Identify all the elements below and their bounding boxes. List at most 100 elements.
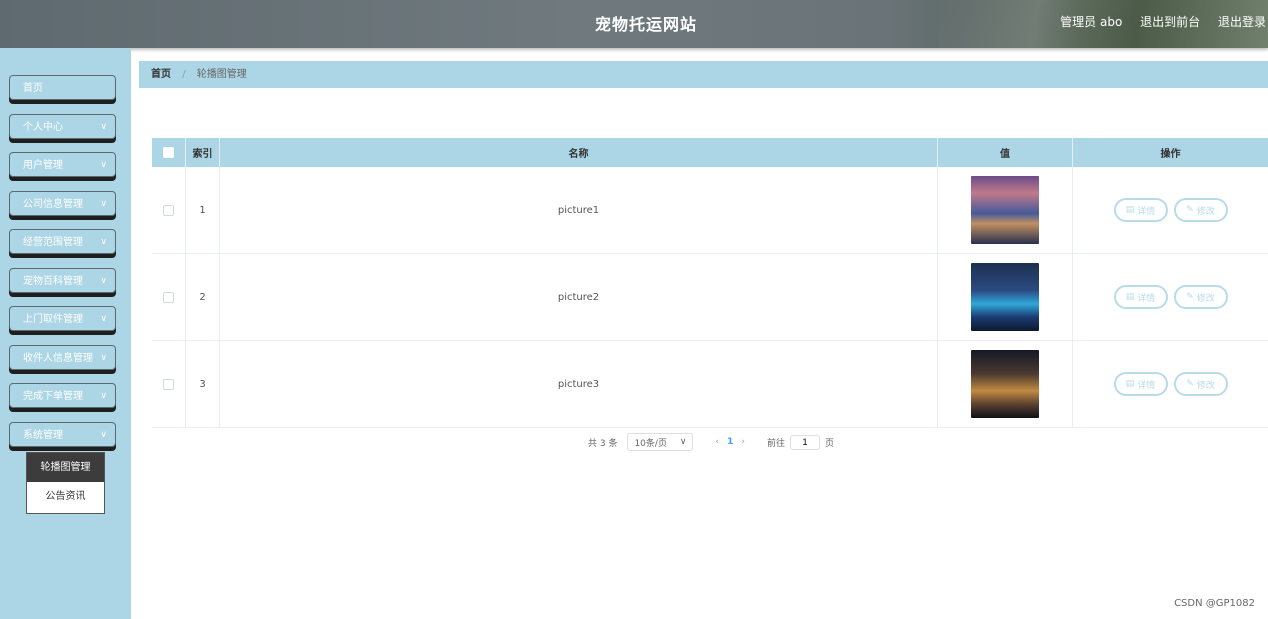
- system-submenu: 轮播图管理 公告资讯: [26, 452, 105, 514]
- next-page-icon[interactable]: ›: [741, 437, 745, 447]
- row-select-cell: [152, 341, 186, 427]
- breadcrumb: 首页 / 轮播图管理: [139, 61, 1268, 88]
- goto-label: 前往: [766, 438, 785, 449]
- top-links: 管理员 abo 退出到前台 退出登录: [1046, 13, 1266, 30]
- sidebar-item-label: 经营范围管理: [23, 237, 83, 248]
- chevron-down-icon: ∨: [100, 276, 107, 286]
- chevron-down-icon: ∨: [100, 122, 107, 132]
- row-value-cell: [938, 167, 1073, 253]
- row-select-cell: [152, 167, 186, 253]
- sidebar-item-orders[interactable]: 完成下单管理 ∨: [9, 383, 116, 408]
- goto-page-input[interactable]: [789, 434, 820, 450]
- page-size-select[interactable]: 10条/页 ∨: [627, 433, 694, 451]
- row-index: 1: [186, 167, 220, 253]
- sidebar-item-company-info[interactable]: 公司信息管理 ∨: [9, 191, 116, 216]
- sidebar-item-pet-encyclopedia[interactable]: 宠物百科管理 ∨: [9, 268, 116, 293]
- breadcrumb-current: 轮播图管理: [196, 69, 247, 80]
- header-index: 索引: [186, 138, 220, 167]
- row-ops-cell: ▤ 详情 ✎ 修改: [1073, 341, 1268, 427]
- table-row: 2 picture2 ▤ 详情 ✎ 修改: [152, 254, 1268, 341]
- carousel-thumbnail: [971, 263, 1039, 331]
- carousel-table: 索引 名称 值 操作 1 picture1 ▤ 详情 ✎ 修改 2 picture2…: [152, 138, 1268, 428]
- sidebar-item-recipient-info[interactable]: 收件人信息管理 ∨: [9, 345, 116, 370]
- row-name: picture1: [220, 167, 938, 253]
- sidebar-item-pickup[interactable]: 上门取件管理 ∨: [9, 306, 116, 331]
- chevron-down-icon: ∨: [100, 199, 107, 209]
- sidebar-item-user-management[interactable]: 用户管理 ∨: [9, 152, 116, 177]
- detail-label: 详情: [1137, 380, 1156, 391]
- detail-button[interactable]: ▤ 详情: [1113, 198, 1168, 222]
- carousel-thumbnail: [971, 176, 1039, 244]
- sidebar-item-system[interactable]: 系统管理 ∨: [9, 422, 116, 447]
- chevron-down-icon: ∨: [100, 353, 107, 363]
- detail-label: 详情: [1137, 206, 1156, 217]
- sidebar-item-personal-center[interactable]: 个人中心 ∨: [9, 114, 116, 139]
- pencil-icon: ✎: [1186, 379, 1194, 389]
- sidebar-item-label: 用户管理: [23, 160, 63, 171]
- header-name: 名称: [220, 138, 938, 167]
- edit-label: 修改: [1196, 206, 1215, 217]
- admin-label: 管理员 abo: [1060, 15, 1123, 29]
- document-icon: ▤: [1125, 205, 1135, 215]
- pencil-icon: ✎: [1186, 205, 1194, 215]
- row-ops-cell: ▤ 详情 ✎ 修改: [1073, 254, 1268, 340]
- document-icon: ▤: [1125, 379, 1135, 389]
- table-row: 1 picture1 ▤ 详情 ✎ 修改: [152, 167, 1268, 254]
- page-size-value: 10条/页: [634, 438, 667, 449]
- sidebar: 首页 个人中心 ∨ 用户管理 ∨ 公司信息管理 ∨ 经营范围管理 ∨ 宠物百科管…: [0, 48, 131, 619]
- submenu-item-announcements[interactable]: 公告资讯: [27, 482, 104, 511]
- watermark: CSDN @GP1082: [1174, 598, 1255, 609]
- row-name: picture2: [220, 254, 938, 340]
- sidebar-item-label: 首页: [23, 83, 43, 94]
- edit-button[interactable]: ✎ 修改: [1173, 198, 1228, 222]
- current-page[interactable]: 1: [727, 437, 733, 447]
- breadcrumb-home[interactable]: 首页: [151, 69, 171, 80]
- row-checkbox[interactable]: [163, 204, 174, 216]
- sidebar-item-label: 完成下单管理: [23, 391, 83, 402]
- logout-link[interactable]: 退出登录: [1218, 15, 1266, 29]
- chevron-down-icon: ∨: [100, 314, 107, 324]
- sidebar-item-label: 系统管理: [23, 430, 63, 441]
- chevron-down-icon: ∨: [100, 160, 107, 170]
- sidebar-item-business-scope[interactable]: 经营范围管理 ∨: [9, 229, 116, 254]
- page-unit-label: 页: [824, 438, 834, 449]
- row-index: 3: [186, 341, 220, 427]
- edit-button[interactable]: ✎ 修改: [1173, 372, 1228, 396]
- chevron-down-icon: ∨: [679, 437, 687, 447]
- edit-label: 修改: [1196, 293, 1215, 304]
- prev-page-icon[interactable]: ‹: [715, 437, 719, 447]
- select-all-checkbox[interactable]: [163, 147, 174, 158]
- row-select-cell: [152, 254, 186, 340]
- table-row: 3 picture3 ▤ 详情 ✎ 修改: [152, 341, 1268, 428]
- edit-label: 修改: [1196, 380, 1215, 391]
- carousel-thumbnail: [971, 350, 1039, 418]
- row-value-cell: [938, 254, 1073, 340]
- chevron-down-icon: ∨: [100, 391, 107, 401]
- edit-button[interactable]: ✎ 修改: [1173, 285, 1228, 309]
- detail-button[interactable]: ▤ 详情: [1113, 372, 1168, 396]
- document-icon: ▤: [1125, 292, 1135, 302]
- chevron-down-icon: ∨: [100, 430, 107, 440]
- detail-button[interactable]: ▤ 详情: [1113, 285, 1168, 309]
- row-checkbox[interactable]: [163, 291, 174, 303]
- top-header: 宠物托运网站 管理员 abo 退出到前台 退出登录: [0, 0, 1268, 48]
- pagination-total: 共 3 条: [588, 438, 618, 449]
- row-checkbox[interactable]: [163, 378, 174, 390]
- pagination: 共 3 条 10条/页 ∨ ‹ 1 › 前往 页: [588, 433, 834, 451]
- sidebar-item-label: 上门取件管理: [23, 314, 83, 325]
- header-ops: 操作: [1160, 149, 1181, 160]
- row-value-cell: [938, 341, 1073, 427]
- sidebar-item-label: 个人中心: [23, 122, 63, 133]
- header-select-cell: [152, 138, 186, 167]
- header-value: 值: [938, 138, 1073, 167]
- detail-label: 详情: [1137, 293, 1156, 304]
- submenu-item-carousel[interactable]: 轮播图管理: [27, 453, 104, 482]
- row-ops-cell: ▤ 详情 ✎ 修改: [1073, 167, 1268, 253]
- row-name: picture3: [220, 341, 938, 427]
- sidebar-item-home[interactable]: 首页: [9, 75, 116, 100]
- sidebar-item-label: 宠物百科管理: [23, 276, 83, 287]
- pencil-icon: ✎: [1186, 292, 1194, 302]
- sidebar-item-label: 收件人信息管理: [23, 353, 93, 364]
- to-front-link[interactable]: 退出到前台: [1140, 15, 1200, 29]
- table-header: 索引 名称 值 操作: [152, 138, 1268, 167]
